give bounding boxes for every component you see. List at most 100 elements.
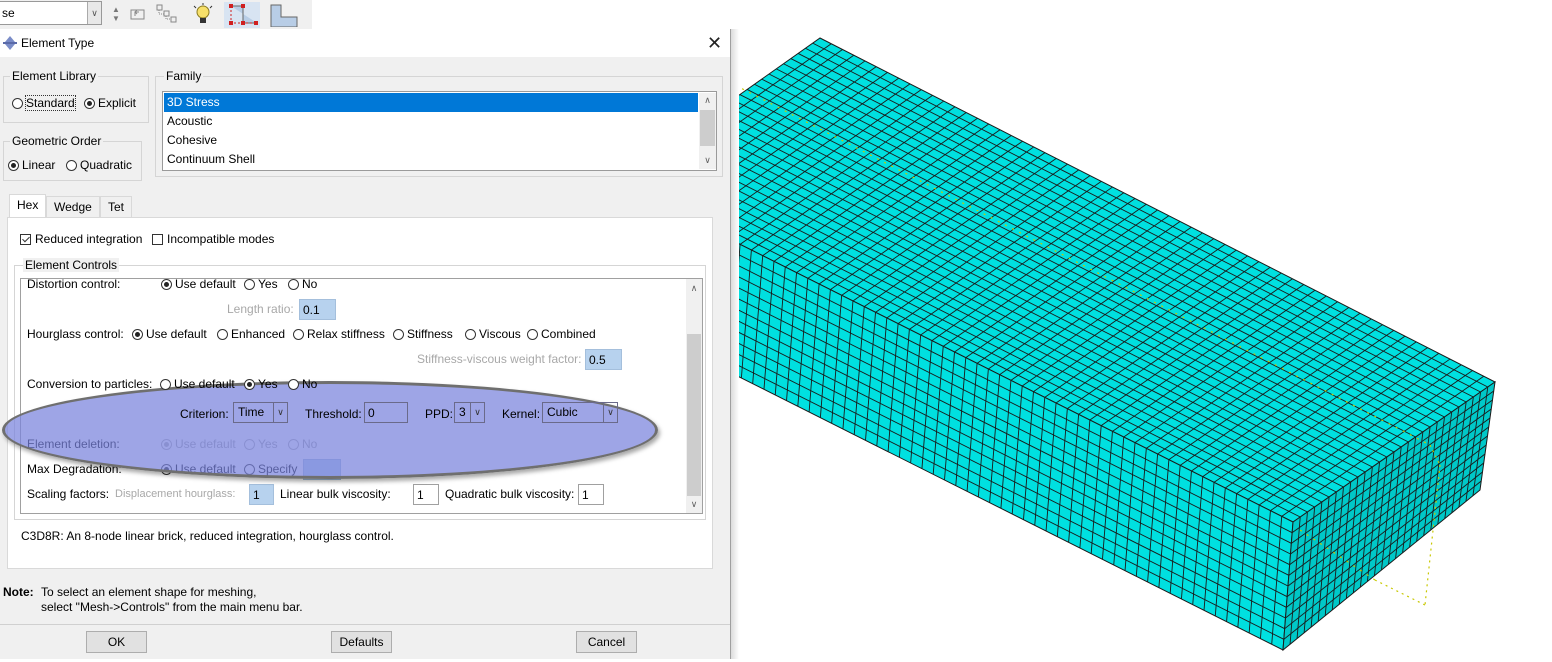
cancel-button[interactable]: Cancel [576,631,637,653]
hourglass-stiffness-radio[interactable]: Stiffness [393,327,453,341]
ppd-dropdown[interactable]: 3 ∨ [454,402,485,423]
family-listbox[interactable]: 3D Stress Acoustic Cohesive Continuum Sh… [162,91,717,171]
element-type-dialog: Element Type ✕ Element Library Standard … [0,29,731,659]
element-deletion-label: Element deletion: [27,437,120,451]
kernel-dropdown[interactable]: Cubic ∨ [542,402,618,423]
conversion-to-particles-label: Conversion to particles: [27,377,153,391]
deletion-no-radio: No [288,437,317,451]
button-separator [0,624,730,625]
element-type-icon [3,36,17,53]
kernel-value: Cubic [547,405,578,419]
chevron-down-icon[interactable]: ∨ [273,403,287,422]
sketch-corner-red-icon[interactable] [224,2,260,28]
defaults-button[interactable]: Defaults [331,631,392,653]
threshold-label: Threshold: [305,407,362,421]
meshed-block [605,37,1496,652]
element-controls-scroll-area: Distortion control: Use default Yes No L… [20,278,703,514]
radio-standard[interactable]: Standard [12,95,76,111]
length-ratio-field[interactable]: 0.1 [299,299,336,320]
weight-factor-label: Stiffness-viscous weight factor: [417,352,582,366]
dialog-titlebar[interactable]: Element Type ✕ [0,29,730,57]
tab-wedge[interactable]: Wedge [46,196,100,217]
incompatible-modes-checkbox[interactable]: Incompatible modes [152,232,274,246]
model-viewport[interactable] [605,0,1552,659]
note-line-1: To select an element shape for meshing, [41,585,257,599]
radio-linear[interactable]: Linear [8,158,55,172]
conversion-yes-radio[interactable]: Yes [244,377,278,391]
sketch-corner-icon[interactable] [266,2,302,28]
parent-folder-icon[interactable] [128,3,148,25]
family-scroll-thumb[interactable] [700,110,715,146]
close-icon[interactable]: ✕ [707,33,722,54]
note-label: Note: [3,585,34,599]
family-item-3d-stress[interactable]: 3D Stress [164,93,698,112]
criterion-dropdown[interactable]: Time ∨ [233,402,288,423]
element-description: C3D8R: An 8-node linear brick, reduced i… [21,529,394,543]
hourglass-enhanced-radio[interactable]: Enhanced [217,327,285,341]
distortion-control-label: Distortion control: [27,278,121,291]
tab-hex[interactable]: Hex [9,194,47,218]
ppd-value: 3 [459,405,466,419]
note-line-2: select "Mesh->Controls" from the main me… [41,600,303,614]
controls-scrollbar[interactable]: ∧ ∨ [686,279,702,513]
construction-line [1374,579,1426,606]
distortion-use-default-radio[interactable]: Use default [161,279,236,291]
ppd-label: PPD: [425,407,454,421]
spin-up-down-icon[interactable]: ▲ ▼ [108,3,124,25]
max-deg-use-default-radio[interactable]: Use default [161,462,236,476]
hourglass-viscous-radio[interactable]: Viscous [465,327,521,341]
hourglass-use-default-radio[interactable]: Use default [132,327,207,341]
max-deg-specify-radio[interactable]: Specify [244,462,297,476]
tab-tet[interactable]: Tet [100,196,133,217]
distortion-no-radio[interactable]: No [288,279,317,291]
geometric-order-label: Geometric Order [10,134,104,148]
chevron-down-icon[interactable]: ∨ [470,403,484,422]
conversion-use-default-radio[interactable]: Use default [160,377,235,391]
length-ratio-label: Length ratio: [227,302,294,316]
weight-factor-field[interactable]: 0.5 [585,349,622,370]
quadratic-bulk-viscosity-field[interactable]: 1 [578,484,604,505]
toolbar: se ∨ ▲ ▼ [0,0,312,30]
quadratic-bulk-viscosity-label: Quadratic bulk viscosity: [445,487,575,501]
scroll-down-icon[interactable]: ∨ [686,499,702,510]
kernel-label: Kernel: [502,407,541,421]
max-degradation-field[interactable] [303,459,341,480]
deletion-use-default-radio: Use default [161,437,236,451]
ok-button[interactable]: OK [86,631,147,653]
chevron-down-icon[interactable]: ∨ [603,403,617,422]
deletion-yes-radio: Yes [244,437,278,451]
max-degradation-label: Max Degradation: [27,462,122,476]
linear-bulk-viscosity-field[interactable]: 1 [413,484,439,505]
scroll-up-icon[interactable]: ∧ [699,95,716,106]
hourglass-control-label: Hourglass control: [27,327,124,341]
geometric-order-group: Geometric Order Linear Quadratic [3,134,142,181]
reduced-integration-checkbox[interactable]: Reduced integration [20,232,142,246]
family-item-continuum-shell[interactable]: Continuum Shell [164,150,698,169]
dialog-title: Element Type [21,36,95,50]
hourglass-combined-radio[interactable]: Combined [527,327,596,341]
module-combo[interactable]: se ∨ [0,1,102,25]
displacement-hourglass-field[interactable]: 1 [249,484,274,505]
chevron-down-icon[interactable]: ∨ [87,2,101,24]
scroll-down-icon[interactable]: ∨ [699,155,716,166]
radio-quadratic[interactable]: Quadratic [66,158,132,172]
scaling-factors-label: Scaling factors: [27,487,110,501]
element-library-group: Element Library Standard Explicit [3,69,149,123]
linear-bulk-viscosity-label: Linear bulk viscosity: [280,487,391,501]
tree-nodes-icon[interactable] [155,3,179,25]
displacement-hourglass-label: Displacement hourglass: [115,488,236,500]
radio-explicit[interactable]: Explicit [84,96,136,110]
element-controls-label: Element Controls [23,258,120,272]
family-scrollbar[interactable]: ∧ ∨ [699,93,716,169]
threshold-field[interactable]: 0 [364,402,408,423]
family-item-cohesive[interactable]: Cohesive [164,131,698,150]
module-combo-value: se [2,6,15,20]
distortion-yes-radio[interactable]: Yes [244,279,278,291]
viewport-edge-shade [731,29,739,659]
hourglass-relax-stiffness-radio[interactable]: Relax stiffness [293,327,385,341]
controls-scroll-thumb[interactable] [687,334,701,496]
family-item-acoustic[interactable]: Acoustic [164,112,698,131]
conversion-no-radio[interactable]: No [288,377,317,391]
lightbulb-icon[interactable] [191,3,215,25]
scroll-up-icon[interactable]: ∧ [686,283,702,294]
